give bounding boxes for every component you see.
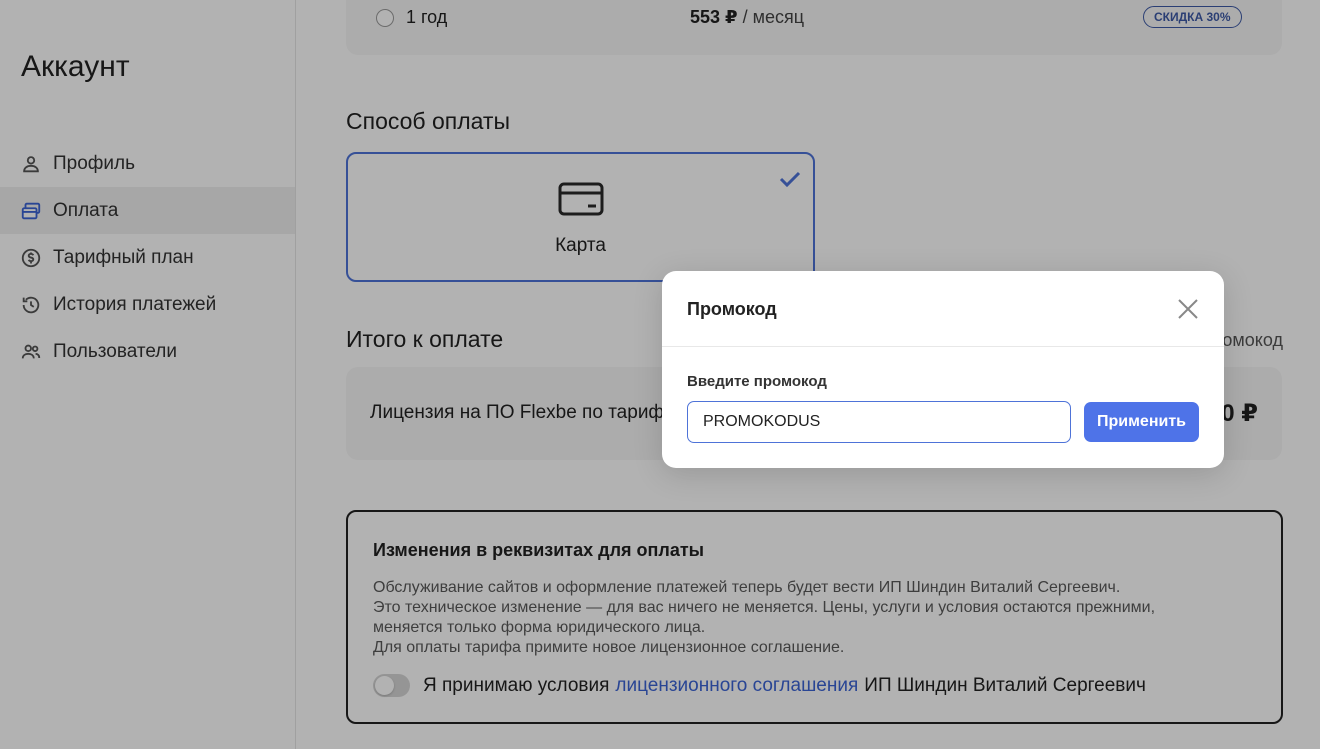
promo-code-input[interactable] — [687, 401, 1071, 443]
modal-title: Промокод — [687, 299, 777, 319]
modal-header: Промокод — [662, 271, 1224, 347]
close-button[interactable] — [1176, 297, 1200, 321]
promo-code-modal: Промокод Введите промокод Применить — [662, 271, 1224, 468]
close-icon — [1176, 299, 1200, 325]
apply-button[interactable]: Применить — [1084, 402, 1199, 442]
promo-field-label: Введите промокод — [687, 373, 827, 390]
